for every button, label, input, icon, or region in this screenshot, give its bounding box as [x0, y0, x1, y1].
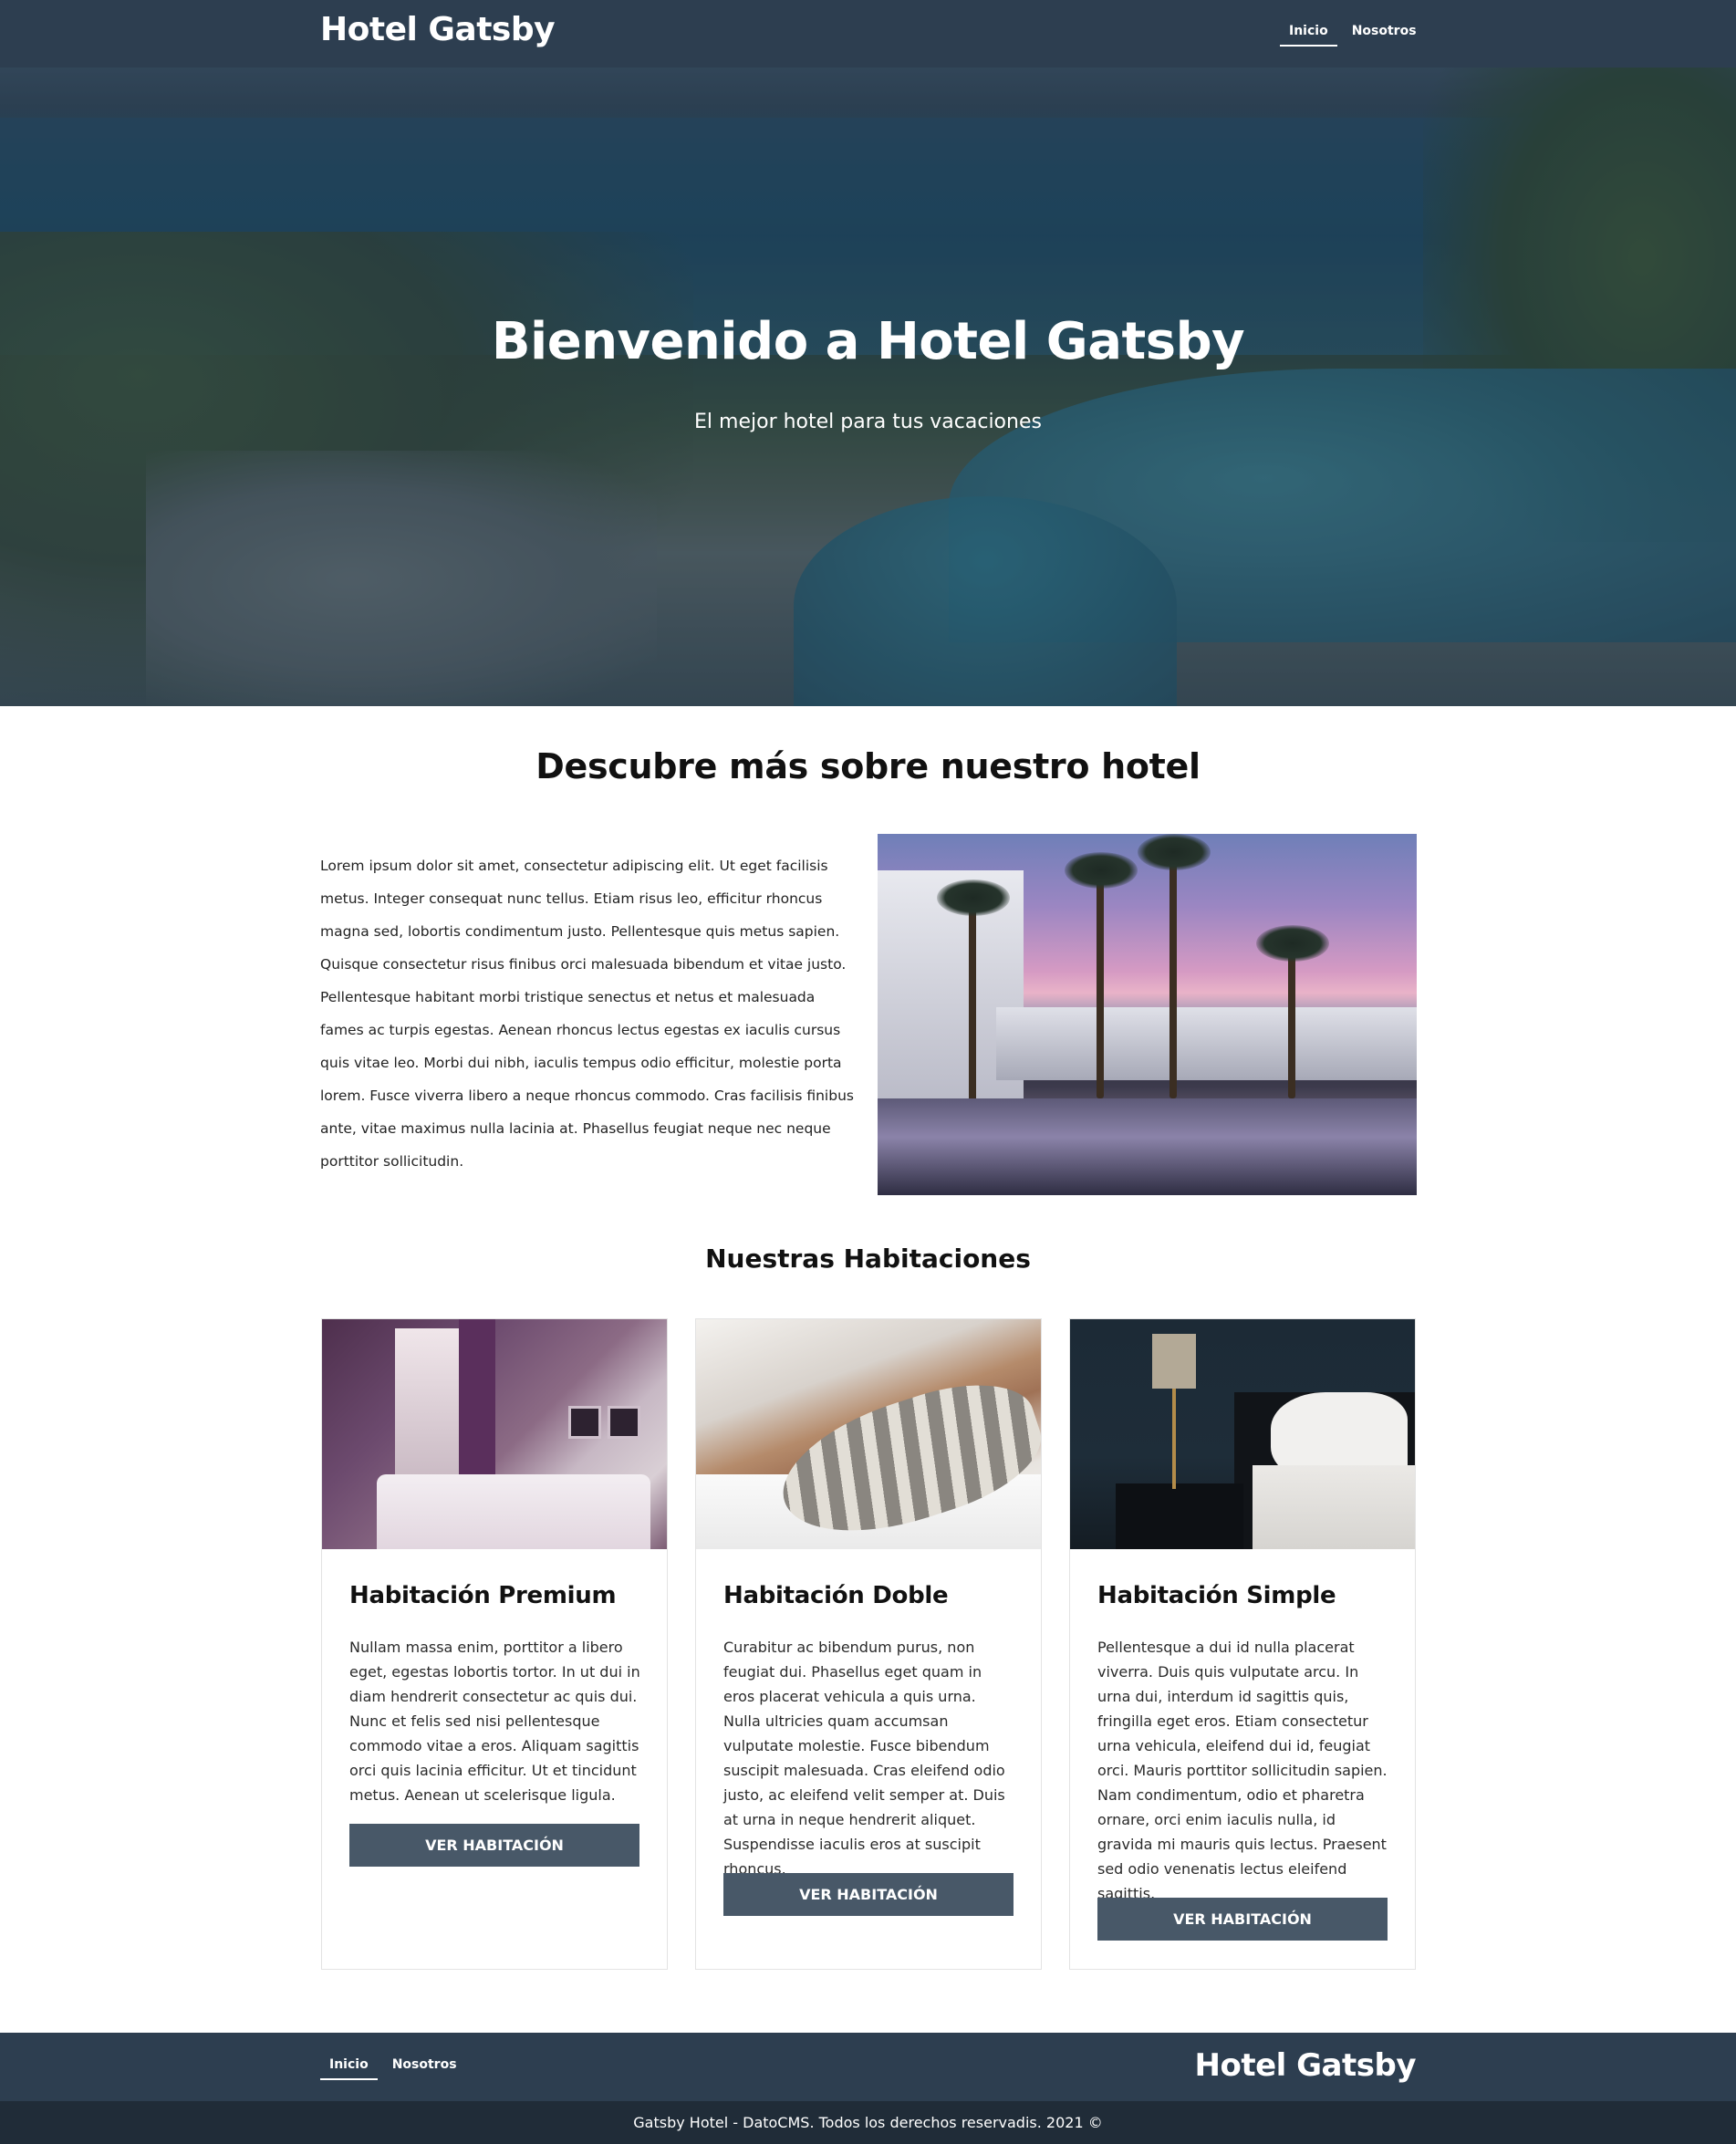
- footer-logo[interactable]: Hotel Gatsby: [1195, 2047, 1417, 2084]
- footer-nav-link-nosotros[interactable]: Nosotros: [383, 2052, 466, 2080]
- about-hotel-image: [878, 834, 1417, 1195]
- footer-nav-link-inicio[interactable]: Inicio: [320, 2052, 378, 2080]
- nav-link-nosotros[interactable]: Nosotros: [1343, 18, 1426, 47]
- image-lampshade: [1152, 1334, 1196, 1389]
- room-card-premium: Habitación Premium Nullam massa enim, po…: [321, 1318, 668, 1970]
- image-water-reflection: [878, 1098, 1417, 1195]
- image-palm-trunk: [1097, 870, 1104, 1098]
- about-title: Descubre más sobre nuestro hotel: [535, 746, 1201, 786]
- view-room-button[interactable]: VER HABITACIÓN: [1097, 1898, 1388, 1941]
- image-palm-trunk: [969, 898, 976, 1108]
- image-building-row: [996, 1007, 1417, 1080]
- main-nav: Inicio Nosotros: [1280, 18, 1426, 47]
- nav-link-inicio[interactable]: Inicio: [1280, 18, 1337, 47]
- site-footer: Inicio Nosotros Hotel Gatsby: [0, 2033, 1736, 2101]
- view-room-button[interactable]: VER HABITACIÓN: [349, 1824, 639, 1867]
- room-name: Habitación Premium: [349, 1582, 617, 1609]
- site-logo[interactable]: Hotel Gatsby: [320, 11, 556, 48]
- room-image-simple: [1070, 1319, 1415, 1549]
- room-description: Pellentesque a dui id nulla placerat viv…: [1097, 1639, 1388, 1902]
- hero-title: Bienvenido a Hotel Gatsby: [491, 312, 1245, 371]
- image-window: [395, 1328, 459, 1483]
- image-palm-trunk: [1169, 852, 1177, 1098]
- room-card-doble: Habitación Doble Curabitur ac bibendum p…: [695, 1318, 1042, 1970]
- image-lamp-stem: [1172, 1389, 1176, 1489]
- hero-overlay: [0, 68, 1736, 706]
- rooms-title: Nuestras Habitaciones: [705, 1244, 1031, 1274]
- room-name: Habitación Simple: [1097, 1582, 1336, 1609]
- site-header: Hotel Gatsby Inicio Nosotros: [0, 0, 1736, 68]
- room-description: Curabitur ac bibendum purus, non feugiat…: [723, 1639, 1005, 1878]
- image-palm-leaves: [1138, 834, 1211, 870]
- room-image-premium: [322, 1319, 667, 1549]
- room-card-simple: Habitación Simple Pellentesque a dui id …: [1069, 1318, 1416, 1970]
- image-palm-leaves: [937, 879, 1010, 916]
- copyright-bar: Gatsby Hotel - DatoCMS. Todos los derech…: [0, 2101, 1736, 2144]
- about-text: Lorem ipsum dolor sit amet, consectetur …: [320, 858, 854, 1170]
- view-room-button[interactable]: VER HABITACIÓN: [723, 1873, 1014, 1916]
- image-bed: [377, 1474, 650, 1549]
- image-wall-frame: [568, 1406, 601, 1439]
- image-nightstand: [1116, 1483, 1243, 1549]
- image-palm-leaves: [1256, 925, 1329, 962]
- footer-nav: Inicio Nosotros: [320, 2052, 466, 2080]
- image-wall-frame: [608, 1406, 640, 1439]
- room-description: Nullam massa enim, porttitor a libero eg…: [349, 1639, 640, 1804]
- hero-banner: Bienvenido a Hotel Gatsby El mejor hotel…: [0, 68, 1736, 706]
- image-palm-leaves: [1065, 852, 1138, 889]
- room-name: Habitación Doble: [723, 1582, 949, 1609]
- image-palm-trunk: [1288, 943, 1295, 1098]
- room-image-doble: [696, 1319, 1041, 1549]
- hero-subtitle: El mejor hotel para tus vacaciones: [694, 411, 1042, 433]
- image-sheet: [1253, 1465, 1415, 1549]
